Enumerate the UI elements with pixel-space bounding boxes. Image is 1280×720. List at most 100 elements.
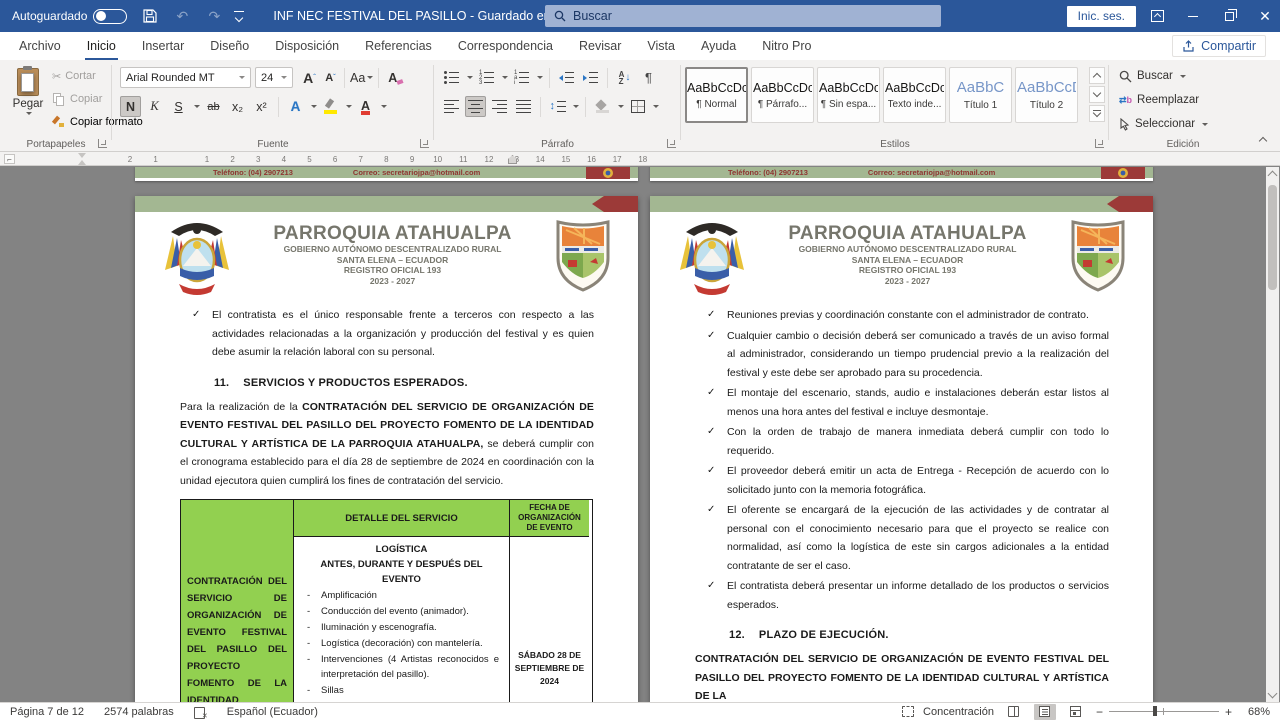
show-marks-button[interactable]: ¶: [638, 67, 659, 88]
strikethrough-button[interactable]: ab: [203, 96, 224, 117]
borders-button[interactable]: [627, 96, 648, 117]
style-card[interactable]: AaBbCcDc ¶ Normal: [685, 67, 748, 123]
scrollbar-thumb[interactable]: [1268, 185, 1277, 290]
line-spacing-button[interactable]: [547, 96, 568, 117]
scroll-up-icon[interactable]: [1268, 171, 1278, 181]
multilevel-list-button[interactable]: 1ai: [511, 67, 532, 88]
zoom-slider[interactable]: [1109, 711, 1219, 713]
ribbon-tab[interactable]: Insertar: [129, 32, 197, 60]
dash-icon: -: [307, 652, 310, 667]
redo-icon[interactable]: ↷: [205, 7, 223, 25]
increase-indent-button[interactable]: [580, 67, 601, 88]
close-icon[interactable]: ✕: [1250, 0, 1280, 32]
style-card[interactable]: AaBbCcDc ¶ Sin espa...: [817, 67, 880, 123]
read-mode-button[interactable]: [1003, 704, 1025, 720]
print-layout-button[interactable]: [1034, 704, 1056, 720]
grow-font-button[interactable]: Aˆ: [299, 67, 320, 88]
underline-button[interactable]: S: [168, 96, 189, 117]
font-size-select[interactable]: 24: [255, 67, 293, 88]
align-center-icon: [468, 100, 483, 113]
clear-formatting-button[interactable]: A: [382, 67, 403, 88]
justify-button[interactable]: [513, 96, 534, 117]
align-left-button[interactable]: [441, 96, 462, 117]
ribbon-tab[interactable]: Referencias: [352, 32, 445, 60]
ribbon-tab[interactable]: Disposición: [262, 32, 352, 60]
styles-scroll-up-icon[interactable]: [1089, 67, 1105, 84]
bullets-button[interactable]: [441, 67, 462, 88]
page-8[interactable]: PARROQUIA ATAHUALPA GOBIERNO AUTÓNOMO DE…: [650, 196, 1153, 702]
tab-selector-icon[interactable]: ⌐: [4, 154, 15, 164]
align-right-button[interactable]: [489, 96, 510, 117]
ribbon-tab[interactable]: Inicio: [74, 32, 129, 60]
page-indicator[interactable]: Página 7 de 12: [10, 706, 84, 718]
word-count[interactable]: 2574 palabras: [104, 706, 174, 718]
collapse-ribbon-icon[interactable]: [1256, 133, 1270, 145]
styles-more-icon[interactable]: [1089, 105, 1105, 122]
select-button[interactable]: Seleccionar: [1119, 114, 1208, 134]
underline-caret-icon[interactable]: [194, 105, 200, 108]
sort-button[interactable]: AZ↓: [614, 67, 635, 88]
ribbon-tab[interactable]: Archivo: [6, 32, 74, 60]
paste-button[interactable]: Pegar: [7, 68, 49, 134]
decrease-indent-button[interactable]: [556, 67, 577, 88]
sign-in-button[interactable]: Inic. ses.: [1067, 6, 1136, 27]
share-button[interactable]: Compartir: [1172, 35, 1266, 57]
text-effects-button[interactable]: A: [285, 96, 306, 117]
style-card[interactable]: AaBbCcDc ¶ Párrafo...: [751, 67, 814, 123]
numbering-button[interactable]: 123: [476, 67, 497, 88]
restore-icon[interactable]: [1214, 0, 1244, 32]
document-canvas[interactable]: Teléfono: (04) 2907213 Correo: secretari…: [0, 167, 1280, 702]
ribbon-display-options-icon[interactable]: [1142, 0, 1172, 32]
italic-button[interactable]: K: [144, 96, 165, 117]
styles-scroll-down-icon[interactable]: [1089, 86, 1105, 103]
font-color-caret-icon[interactable]: [381, 105, 387, 108]
language-indicator[interactable]: Español (Ecuador): [227, 706, 318, 718]
zoom-level[interactable]: 68%: [1238, 706, 1270, 718]
zoom-out-icon[interactable]: −: [1096, 705, 1103, 719]
vertical-scrollbar[interactable]: [1266, 167, 1279, 702]
web-layout-button[interactable]: [1065, 704, 1087, 720]
ribbon-tab[interactable]: Diseño: [197, 32, 262, 60]
shading-button[interactable]: [592, 96, 613, 117]
zoom-in-icon[interactable]: +: [1225, 705, 1232, 719]
replace-button[interactable]: ⇄b Reemplazar: [1119, 90, 1208, 110]
shrink-font-button[interactable]: Aˇ: [320, 67, 341, 88]
undo-icon[interactable]: ↶: [173, 7, 191, 25]
editing-group-label: Edición: [1109, 139, 1257, 150]
minimize-icon[interactable]: [1178, 0, 1208, 32]
ribbon-tab[interactable]: Vista: [634, 32, 688, 60]
font-color-button[interactable]: A: [355, 96, 376, 117]
highlight-caret-icon[interactable]: [346, 105, 352, 108]
find-button[interactable]: Buscar: [1119, 66, 1208, 86]
search-box[interactable]: Buscar: [545, 5, 941, 27]
scroll-down-icon[interactable]: [1268, 689, 1278, 699]
header-band-arrow: [592, 196, 638, 212]
page-7[interactable]: PARROQUIA ATAHUALPA GOBIERNO AUTÓNOMO DE…: [135, 196, 638, 702]
quick-access-customize-icon[interactable]: [233, 11, 245, 21]
ribbon-tab[interactable]: Nitro Pro: [749, 32, 824, 60]
page-body[interactable]: ✓ El contratista es el único responsable…: [180, 306, 594, 702]
style-card[interactable]: AaBbCcD Título 2: [1015, 67, 1078, 123]
proofing-errors-icon[interactable]: [194, 706, 207, 718]
indent-marker-icon[interactable]: [78, 153, 87, 165]
zoom-slider-thumb[interactable]: [1153, 706, 1157, 716]
subscript-button[interactable]: x₂: [227, 96, 248, 117]
highlight-button[interactable]: [320, 96, 341, 117]
bold-button[interactable]: N: [120, 96, 141, 117]
font-name-select[interactable]: Arial Rounded MT: [120, 67, 251, 88]
page-body[interactable]: ✓ Reuniones previas y coordinación const…: [695, 306, 1109, 702]
style-card[interactable]: AaBbCcDc Texto inde...: [883, 67, 946, 123]
superscript-button[interactable]: x²: [251, 96, 272, 117]
ribbon-tab[interactable]: Ayuda: [688, 32, 749, 60]
style-card[interactable]: AaBbC Título 1: [949, 67, 1012, 123]
focus-mode-label[interactable]: Concentración: [923, 706, 994, 718]
focus-mode-icon[interactable]: [902, 706, 914, 717]
ribbon-tab[interactable]: Correspondencia: [445, 32, 566, 60]
align-center-button[interactable]: [465, 96, 486, 117]
text-effects-caret-icon[interactable]: [311, 105, 317, 108]
horizontal-ruler[interactable]: ⌐ 21123456789101112131415161718: [0, 152, 1280, 166]
save-icon[interactable]: [141, 7, 159, 25]
autosave-toggle[interactable]: [93, 9, 127, 24]
ribbon-tab[interactable]: Revisar: [566, 32, 634, 60]
change-case-button[interactable]: Aa: [348, 67, 375, 88]
